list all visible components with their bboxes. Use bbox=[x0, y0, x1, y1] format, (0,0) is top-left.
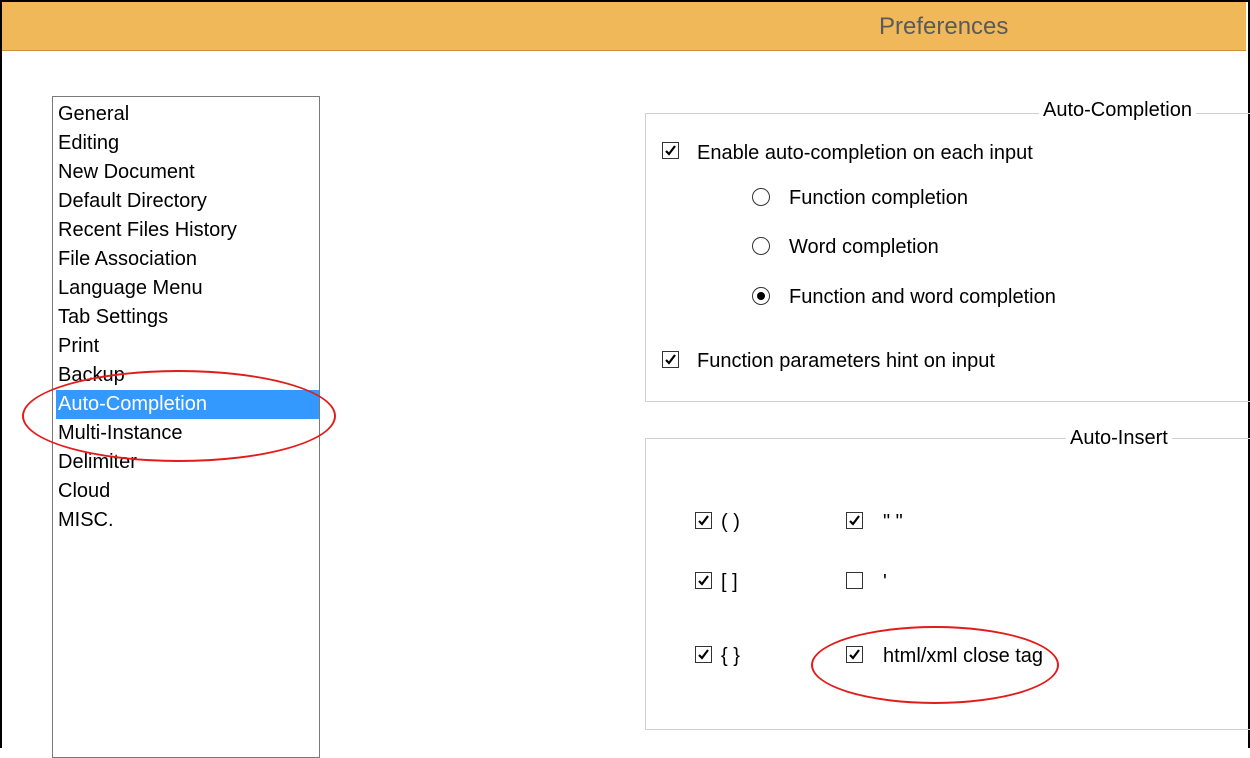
sidebar-item-recent-files[interactable]: Recent Files History bbox=[58, 216, 237, 245]
sidebar-item-tab-settings[interactable]: Tab Settings bbox=[58, 303, 168, 332]
function-completion-radio[interactable] bbox=[752, 188, 770, 206]
auto-completion-group-title: Auto-Completion bbox=[1039, 99, 1196, 122]
sidebar-item-delimiter[interactable]: Delimiter bbox=[58, 448, 137, 477]
sidebar-item-general[interactable]: General bbox=[58, 100, 129, 129]
checkmark-icon bbox=[849, 515, 860, 526]
title-bar: Preferences bbox=[2, 2, 1246, 51]
checkmark-icon bbox=[665, 354, 676, 365]
single-quote-checkbox[interactable] bbox=[846, 572, 863, 589]
checkmark-icon bbox=[665, 145, 676, 156]
double-quotes-label: " " bbox=[883, 511, 903, 533]
double-quotes-checkbox[interactable] bbox=[846, 512, 863, 529]
braces-checkbox[interactable] bbox=[695, 646, 712, 663]
brackets-checkbox[interactable] bbox=[695, 572, 712, 589]
word-completion-radio[interactable] bbox=[752, 237, 770, 255]
function-params-hint-label: Function parameters hint on input bbox=[697, 350, 995, 372]
function-params-hint-checkbox[interactable] bbox=[662, 351, 679, 368]
sidebar-item-file-association[interactable]: File Association bbox=[58, 245, 197, 274]
enable-auto-completion-label: Enable auto-completion on each input bbox=[697, 142, 1033, 164]
sidebar-item-auto-completion[interactable]: Auto-Completion bbox=[56, 390, 319, 419]
function-completion-label: Function completion bbox=[789, 187, 968, 209]
sidebar-item-language-menu[interactable]: Language Menu bbox=[58, 274, 203, 303]
single-quote-label: ' bbox=[883, 571, 887, 593]
sidebar-item-editing[interactable]: Editing bbox=[58, 129, 119, 158]
checkmark-icon bbox=[698, 575, 709, 586]
checkmark-icon bbox=[849, 649, 860, 660]
radio-selected-dot bbox=[757, 292, 765, 300]
enable-auto-completion-checkbox[interactable] bbox=[662, 142, 679, 159]
window-title: Preferences bbox=[879, 13, 1009, 40]
close-tag-checkbox[interactable] bbox=[846, 646, 863, 663]
sidebar-item-print[interactable]: Print bbox=[58, 332, 99, 361]
checkmark-icon bbox=[698, 515, 709, 526]
close-tag-label: html/xml close tag bbox=[883, 645, 1044, 667]
checkmark-icon bbox=[698, 649, 709, 660]
parens-checkbox[interactable] bbox=[695, 512, 712, 529]
function-and-word-completion-radio[interactable] bbox=[752, 287, 770, 305]
sidebar-item-default-directory[interactable]: Default Directory bbox=[58, 187, 207, 216]
auto-insert-group-title: Auto-Insert bbox=[1066, 427, 1172, 450]
brackets-label: [ ] bbox=[721, 571, 738, 593]
word-completion-label: Word completion bbox=[789, 236, 939, 258]
sidebar-item-new-document[interactable]: New Document bbox=[58, 158, 195, 187]
sidebar-item-multi-instance[interactable]: Multi-Instance bbox=[58, 419, 183, 448]
braces-label: { } bbox=[721, 645, 740, 667]
category-list[interactable]: General Editing New Document Default Dir… bbox=[52, 96, 320, 758]
parens-label: ( ) bbox=[721, 511, 740, 533]
function-and-word-completion-label: Function and word completion bbox=[789, 286, 1056, 308]
sidebar-item-misc[interactable]: MISC. bbox=[58, 506, 114, 535]
sidebar-item-backup[interactable]: Backup bbox=[58, 361, 125, 390]
sidebar-item-cloud[interactable]: Cloud bbox=[58, 477, 110, 506]
